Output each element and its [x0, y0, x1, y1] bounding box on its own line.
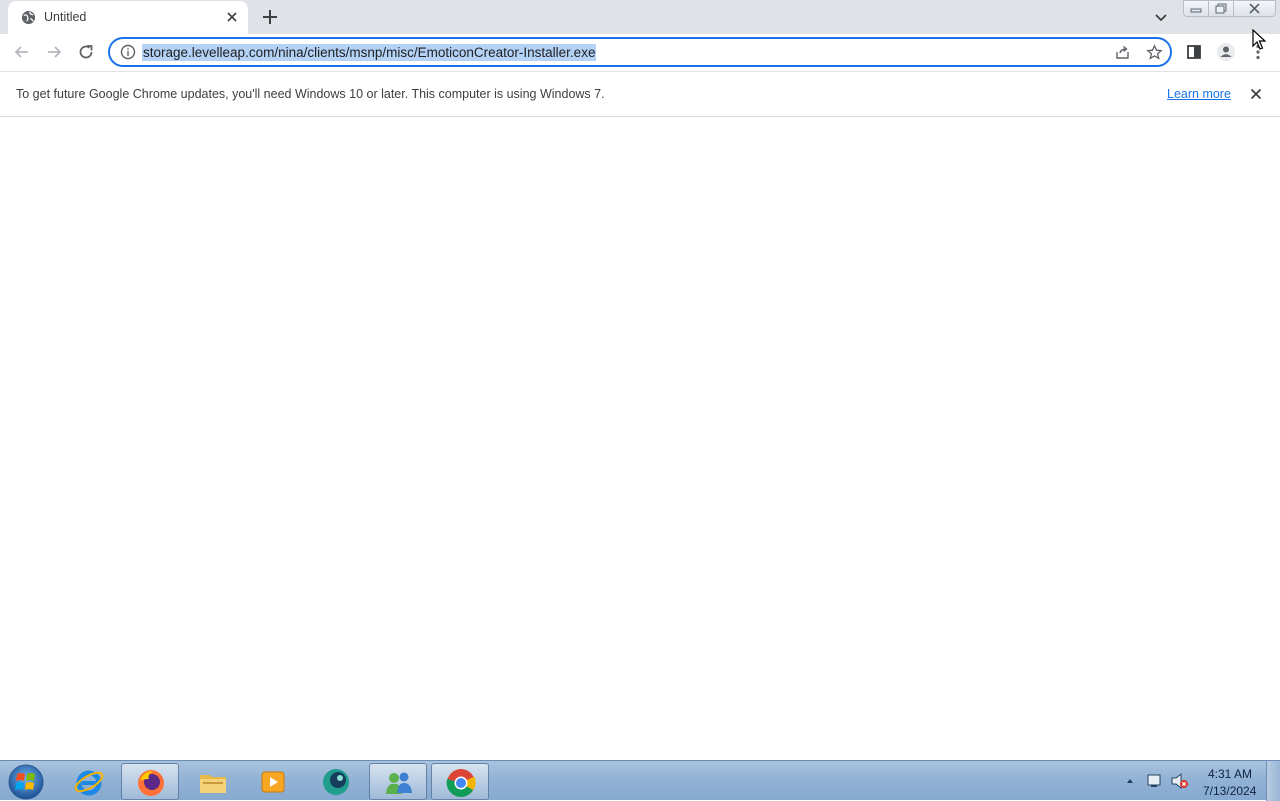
- browser-toolbar: storage.levelleap.com/nina/clients/msnp/…: [0, 34, 1280, 71]
- taskbar-internet-explorer[interactable]: [60, 763, 118, 800]
- reload-icon[interactable]: [76, 42, 96, 62]
- taskbar-media-player[interactable]: [244, 763, 302, 800]
- minimize-icon: [1190, 8, 1202, 13]
- bookmark-star-icon[interactable]: [1146, 44, 1163, 61]
- infobar-close-icon[interactable]: [1248, 86, 1264, 102]
- minimize-button[interactable]: [1183, 0, 1209, 17]
- start-button[interactable]: [4, 762, 48, 800]
- share-icon[interactable]: [1114, 44, 1131, 61]
- media-player-icon: [261, 771, 285, 793]
- side-panel-icon[interactable]: [1184, 42, 1204, 62]
- restore-button[interactable]: [1208, 0, 1234, 17]
- restore-icon: [1215, 3, 1227, 14]
- address-bar[interactable]: storage.levelleap.com/nina/clients/msnp/…: [108, 37, 1172, 67]
- tab-untitled[interactable]: Untitled: [8, 1, 248, 34]
- taskbar-firefox[interactable]: [121, 763, 179, 800]
- close-window-button[interactable]: [1233, 0, 1276, 17]
- tab-title: Untitled: [44, 10, 87, 24]
- globe-icon: [21, 10, 36, 25]
- volume-muted-icon[interactable]: [1170, 772, 1190, 790]
- taskbar-app-teal[interactable]: [307, 763, 365, 800]
- taskbar-messenger[interactable]: [369, 763, 427, 800]
- infobar-message: To get future Google Chrome updates, you…: [16, 87, 605, 101]
- taskbar-file-explorer[interactable]: [184, 763, 242, 800]
- learn-more-link[interactable]: Learn more: [1167, 87, 1231, 101]
- url-text[interactable]: storage.levelleap.com/nina/clients/msnp/…: [142, 44, 597, 61]
- windows-taskbar: 4:31 AM 7/13/2024: [0, 760, 1280, 801]
- mouse-cursor-icon: [1252, 29, 1266, 50]
- update-infobar: To get future Google Chrome updates, you…: [0, 71, 1280, 116]
- new-tab-button[interactable]: [260, 7, 280, 27]
- tab-strip: Untitled: [0, 0, 1280, 34]
- clock-date[interactable]: 7/13/2024: [1203, 784, 1256, 798]
- info-icon[interactable]: [120, 44, 136, 60]
- tray-expand-icon[interactable]: [1125, 776, 1135, 786]
- tab-close-icon[interactable]: [224, 9, 240, 25]
- internet-explorer-icon: [74, 770, 104, 796]
- clock-time[interactable]: 4:31 AM: [1208, 767, 1252, 781]
- action-center-icon[interactable]: [1146, 773, 1164, 789]
- app-teal-icon: [323, 769, 349, 795]
- file-explorer-icon: [200, 775, 226, 793]
- forward-arrow-icon[interactable]: [44, 42, 64, 62]
- taskbar-chrome[interactable]: [431, 763, 489, 800]
- show-desktop-button[interactable]: [1266, 761, 1280, 801]
- messenger-icon: [386, 772, 412, 794]
- tab-search-chevron-icon[interactable]: [1152, 8, 1170, 26]
- page-content: [0, 117, 1280, 760]
- close-window-icon: [1249, 3, 1260, 14]
- profile-avatar-icon[interactable]: [1216, 42, 1236, 62]
- firefox-icon: [138, 770, 164, 796]
- back-arrow-icon[interactable]: [12, 42, 32, 62]
- chrome-icon: [446, 769, 476, 797]
